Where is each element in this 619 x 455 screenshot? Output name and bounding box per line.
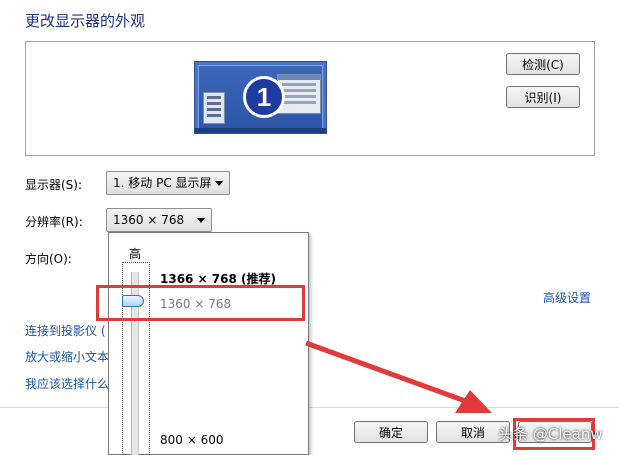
- watermark: 头条 @Cleanw: [498, 425, 603, 443]
- red-arrow-annotation: [305, 340, 492, 413]
- arrow-shaft: [305, 340, 469, 405]
